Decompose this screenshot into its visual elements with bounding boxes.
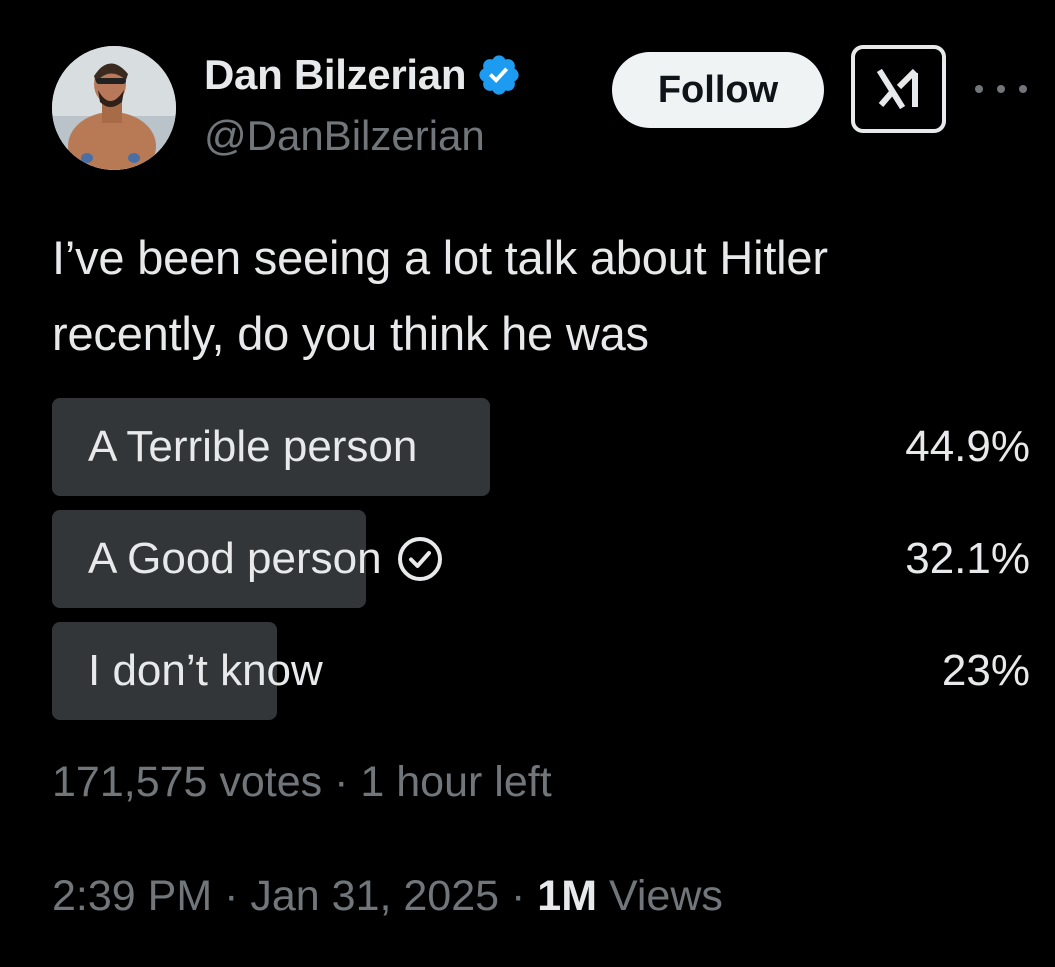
poll-option-label: I don’t know bbox=[88, 646, 323, 695]
tweet-meta-separator: · bbox=[224, 872, 239, 920]
grok-icon[interactable] bbox=[851, 45, 946, 133]
tweet-meta-separator: · bbox=[511, 872, 526, 920]
author-handle[interactable]: @DanBilzerian bbox=[204, 112, 485, 160]
more-icon[interactable] bbox=[975, 72, 1027, 106]
tweet-date[interactable]: Jan 31, 2025 bbox=[250, 872, 499, 920]
more-dot bbox=[997, 85, 1005, 93]
poll-option-percent: 23% bbox=[941, 646, 1030, 695]
verified-badge-icon[interactable] bbox=[476, 52, 522, 98]
poll-option[interactable]: A Good person 32.1% bbox=[52, 510, 1030, 608]
poll-meta-separator: · bbox=[334, 758, 349, 806]
tweet-time[interactable]: 2:39 PM bbox=[52, 872, 212, 920]
poll-option-label: A Terrible person bbox=[88, 422, 418, 471]
more-dot bbox=[1019, 85, 1027, 93]
poll-meta: 171,575 votes · 1 hour left bbox=[52, 758, 552, 807]
views-label: Views bbox=[608, 872, 723, 920]
follow-button[interactable]: Follow bbox=[612, 52, 824, 128]
poll-option-label-wrap: I don’t know bbox=[88, 622, 323, 720]
poll-option-label-wrap: A Good person bbox=[88, 510, 444, 608]
poll-option-label: A Good person bbox=[88, 534, 382, 583]
poll-option-label-wrap: A Terrible person bbox=[88, 398, 417, 496]
poll-votes: 171,575 votes bbox=[52, 758, 323, 806]
avatar[interactable] bbox=[52, 46, 176, 170]
author-name-row[interactable]: Dan Bilzerian bbox=[204, 50, 522, 100]
poll-time-left: 1 hour left bbox=[360, 758, 552, 806]
poll-option-percent: 32.1% bbox=[905, 534, 1030, 583]
poll: A Terrible person 44.9% A Good person 32… bbox=[52, 398, 1030, 734]
poll-option[interactable]: A Terrible person 44.9% bbox=[52, 398, 1030, 496]
poll-option-percent: 44.9% bbox=[905, 422, 1030, 471]
poll-option[interactable]: I don’t know 23% bbox=[52, 622, 1030, 720]
views-count: 1M bbox=[537, 872, 598, 920]
more-dot bbox=[975, 85, 983, 93]
tweet-meta: 2:39 PM · Jan 31, 2025 · 1M Views bbox=[52, 872, 723, 921]
tweet-text: I’ve been seeing a lot talk about Hitler… bbox=[52, 231, 828, 360]
check-circle-icon bbox=[396, 535, 444, 583]
avatar-image bbox=[52, 46, 176, 170]
author-display-name[interactable]: Dan Bilzerian bbox=[204, 51, 466, 99]
